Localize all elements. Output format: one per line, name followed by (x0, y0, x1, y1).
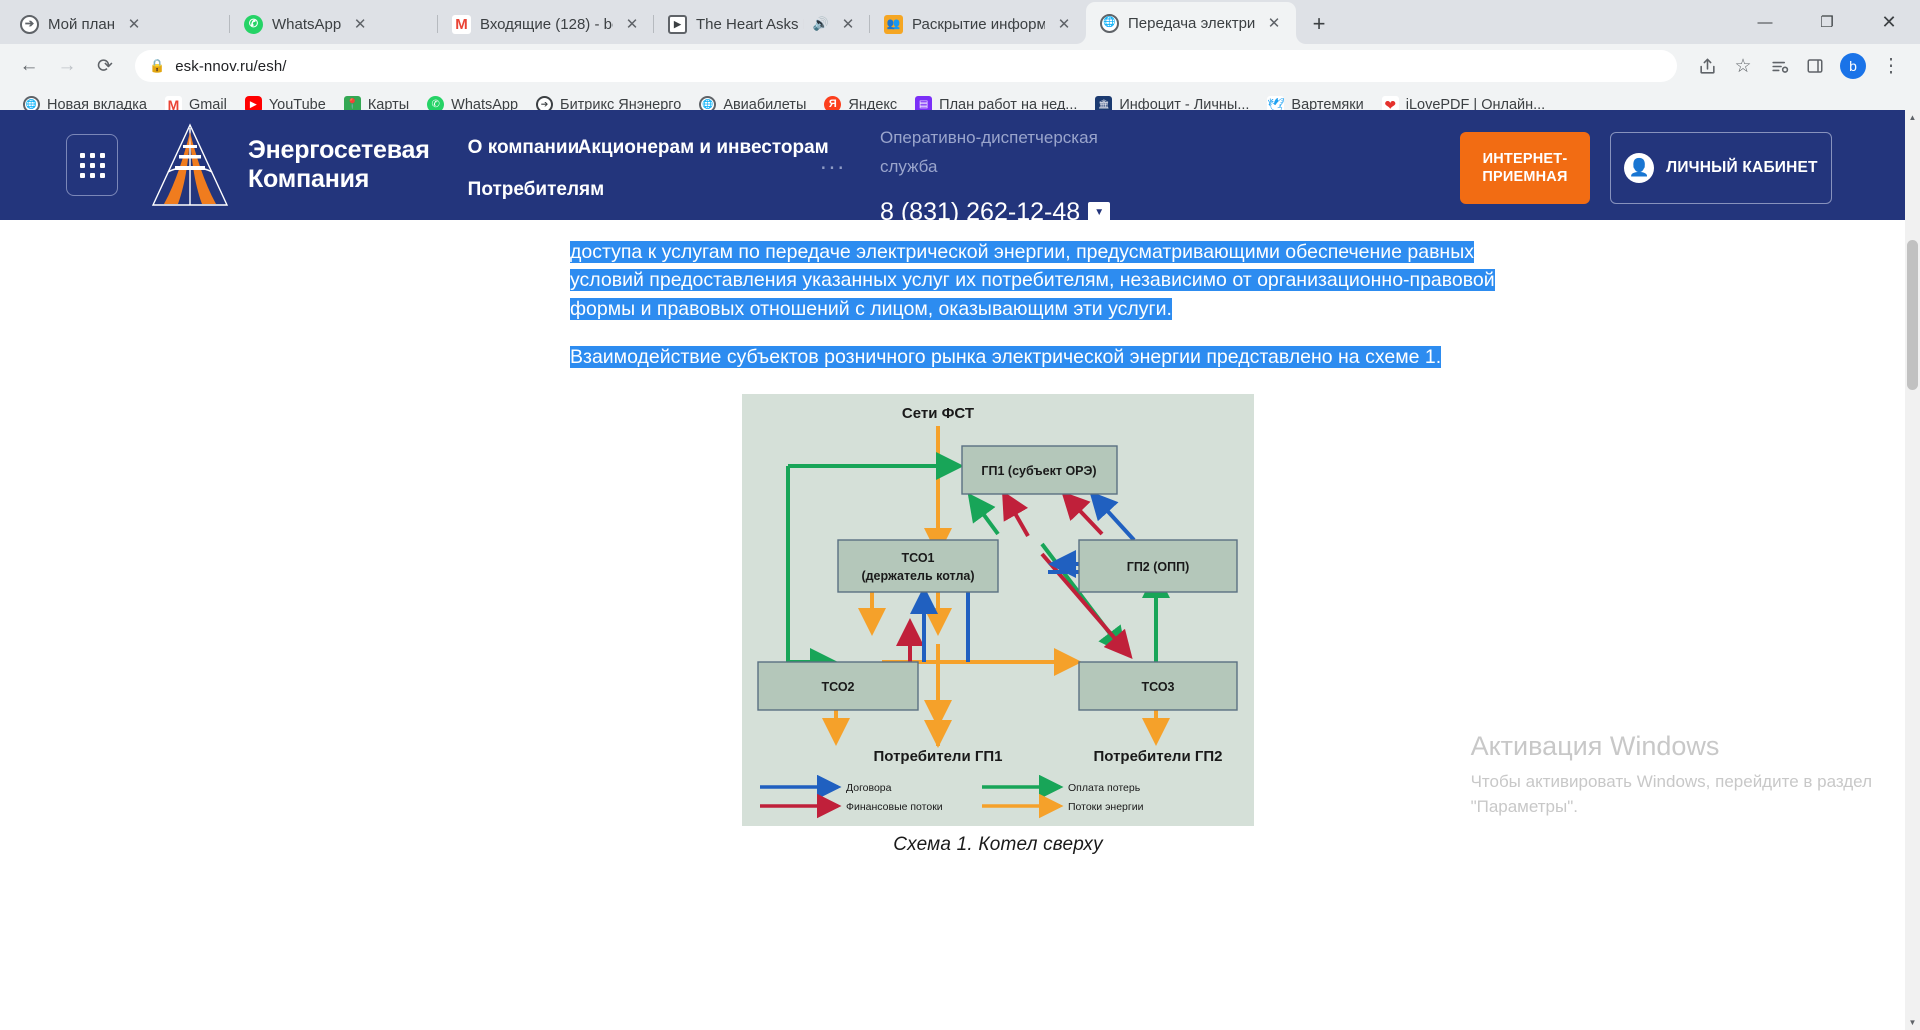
reading-list-icon[interactable] (1762, 49, 1796, 83)
nav-item-investors[interactable]: Акционерам и инвесторам (578, 137, 829, 159)
scrollbar-thumb[interactable] (1907, 240, 1918, 390)
toolbar-right-actions: ☆ b ⋮ (1690, 49, 1908, 83)
svg-text:ТСО1: ТСО1 (901, 551, 934, 565)
audio-playing-icon[interactable]: 🔊 (813, 16, 829, 32)
reload-button[interactable]: ⟳ (88, 49, 122, 83)
grid-dots-icon (79, 152, 105, 178)
apps-grid-button[interactable] (66, 134, 118, 196)
paragraph-1-line-1: доступа к услугам по передаче электричес… (570, 241, 1474, 263)
tab-title: WhatsApp (272, 15, 342, 33)
tab-title: Раскрытие информации | С (912, 15, 1045, 33)
svg-text:ТСО2: ТСО2 (821, 680, 854, 694)
arrow-circle-icon: ➔ (20, 14, 39, 34)
scroll-down-arrow[interactable]: ▼ (1905, 1015, 1920, 1030)
figure-scheme-1: ГП1 (субъект ОРЭ) ТСО1 (держатель котла)… (742, 393, 1920, 856)
gmail-icon: M (452, 14, 471, 34)
close-icon[interactable]: ✕ (622, 14, 642, 34)
scroll-up-arrow[interactable]: ▲ (1905, 110, 1920, 125)
back-button[interactable]: ← (12, 49, 46, 83)
pylon-logo-icon (151, 123, 229, 206)
window-controls: — ❐ ✕ (1734, 0, 1920, 44)
svg-text:ТСО3: ТСО3 (1141, 680, 1174, 694)
nav-item-consumers[interactable]: Потребителям (468, 179, 605, 201)
new-tab-button[interactable]: + (1302, 7, 1336, 41)
figure-caption: Схема 1. Котел сверху (893, 833, 1103, 855)
minimize-button[interactable]: — (1734, 0, 1796, 44)
maximize-button[interactable]: ❐ (1796, 0, 1858, 44)
contact-line-2: служба (880, 156, 938, 176)
logo-line-2: Компания (248, 165, 370, 193)
paragraph-1-line-3: формы и правовых отношений с лицом, оказ… (570, 297, 1172, 320)
url-text: esk-nnov.ru/esh/ (175, 57, 287, 75)
personal-cabinet-label: ЛИЧНЫЙ КАБИНЕТ (1666, 159, 1818, 176)
browser-toolbar: ← → ⟳ 🔒 esk-nnov.ru/esh/ ☆ b ⋮ (0, 44, 1920, 88)
close-icon[interactable]: ✕ (838, 14, 858, 34)
diagram-panel: ГП1 (субъект ОРЭ) ТСО1 (держатель котла)… (742, 393, 1254, 826)
site-logo[interactable]: Энергосетевая Компания (148, 122, 430, 208)
site-header: Энергосетевая Компания О компании Акцион… (0, 110, 1920, 226)
svg-text:Договора: Договора (846, 782, 892, 794)
logo-line-1: Энергосетевая (248, 136, 430, 165)
nav-more-button[interactable]: ... (820, 150, 846, 174)
browser-tab[interactable]: ▶ The Heart Asks Pleasure 🔊 ✕ (653, 4, 870, 44)
main-navigation: О компании Акционерам и инвесторам Потре… (468, 119, 829, 211)
dispatch-contact-block: Оперативно-диспетчерская служба (880, 124, 1140, 182)
personal-cabinet-button[interactable]: 👤 ЛИЧНЫЙ КАБИНЕТ (1610, 132, 1832, 204)
tab-strip: ➔ Мой план ✕ ✆ WhatsApp ✕ M Входящие (12… (0, 0, 1920, 44)
forward-button[interactable]: → (50, 49, 84, 83)
close-icon[interactable]: ✕ (124, 14, 144, 34)
browser-tab[interactable]: 👥 Раскрытие информации | С ✕ (869, 4, 1086, 44)
paragraph-1: доступа к услугам по передаче электричес… (570, 238, 1550, 323)
nav-item-about[interactable]: О компании (468, 137, 580, 159)
close-icon[interactable]: ✕ (1054, 14, 1074, 34)
logo-text: Энергосетевая Компания (248, 136, 430, 194)
close-icon[interactable]: ✕ (350, 14, 370, 34)
internet-reception-line-1: ИНТЕРНЕТ- (1482, 150, 1568, 167)
close-icon[interactable]: ✕ (1264, 13, 1284, 33)
close-window-button[interactable]: ✕ (1858, 0, 1920, 44)
page-scrollbar[interactable]: ▲ ▼ (1905, 110, 1920, 1030)
svg-text:(держатель котла): (держатель котла) (861, 569, 974, 583)
tab-title: Мой план (48, 15, 116, 33)
people-icon: 👥 (884, 14, 903, 34)
address-bar[interactable]: 🔒 esk-nnov.ru/esh/ (135, 50, 1677, 82)
browser-window: ➔ Мой план ✕ ✆ WhatsApp ✕ M Входящие (12… (0, 0, 1920, 1030)
svg-text:Сети ФСТ: Сети ФСТ (902, 405, 974, 422)
article-body: доступа к услугам по передаче электричес… (0, 220, 1920, 856)
paragraph-2: Взаимодействие субъектов розничного рынк… (570, 343, 1550, 371)
chrome-menu-icon[interactable]: ⋮ (1874, 49, 1908, 83)
paragraph-2-text: Взаимодействие субъектов розничного рынк… (570, 346, 1442, 369)
lock-icon: 🔒 (149, 58, 166, 73)
globe-icon: 🌐 (1100, 13, 1119, 33)
tab-title: Передача электрической э (1128, 14, 1255, 32)
share-icon[interactable] (1690, 49, 1724, 83)
page-viewport: Энергосетевая Компания О компании Акцион… (0, 110, 1920, 1030)
browser-tab-active[interactable]: 🌐 Передача электрической э ✕ (1086, 2, 1296, 44)
tab-title: Входящие (128) - boskom8 (480, 15, 613, 33)
browser-tab[interactable]: ✆ WhatsApp ✕ (229, 4, 438, 44)
profile-avatar[interactable]: b (1840, 53, 1866, 79)
whatsapp-icon: ✆ (244, 14, 263, 34)
svg-text:Финансовые потоки: Финансовые потоки (846, 801, 943, 813)
svg-text:Потребители ГП1: Потребители ГП1 (874, 748, 1003, 765)
internet-reception-button[interactable]: ИНТЕРНЕТ- ПРИЕМНАЯ (1460, 132, 1590, 204)
play-icon: ▶ (668, 14, 687, 34)
contact-line-1: Оперативно-диспетчерская (880, 128, 1098, 147)
side-panel-icon[interactable] (1798, 49, 1832, 83)
bookmark-star-icon[interactable]: ☆ (1726, 49, 1760, 83)
internet-reception-line-2: ПРИЕМНАЯ (1482, 169, 1568, 185)
market-interaction-diagram: ГП1 (субъект ОРЭ) ТСО1 (держатель котла)… (757, 405, 1238, 819)
browser-tab[interactable]: M Входящие (128) - boskom8 ✕ (437, 4, 654, 44)
svg-text:Потребители ГП2: Потребители ГП2 (1094, 748, 1223, 765)
browser-tab[interactable]: ➔ Мой план ✕ (6, 4, 230, 44)
svg-text:Потоки энергии: Потоки энергии (1068, 801, 1144, 813)
svg-text:Оплата потерь: Оплата потерь (1068, 782, 1141, 794)
user-icon: 👤 (1624, 153, 1655, 183)
paragraph-1-line-2: условий предоставления указанных услуг и… (570, 269, 1495, 292)
svg-text:ГП1 (субъект ОРЭ): ГП1 (субъект ОРЭ) (981, 464, 1096, 478)
tab-title: The Heart Asks Pleasure (696, 15, 804, 33)
svg-text:ГП2 (ОПП): ГП2 (ОПП) (1127, 560, 1190, 574)
